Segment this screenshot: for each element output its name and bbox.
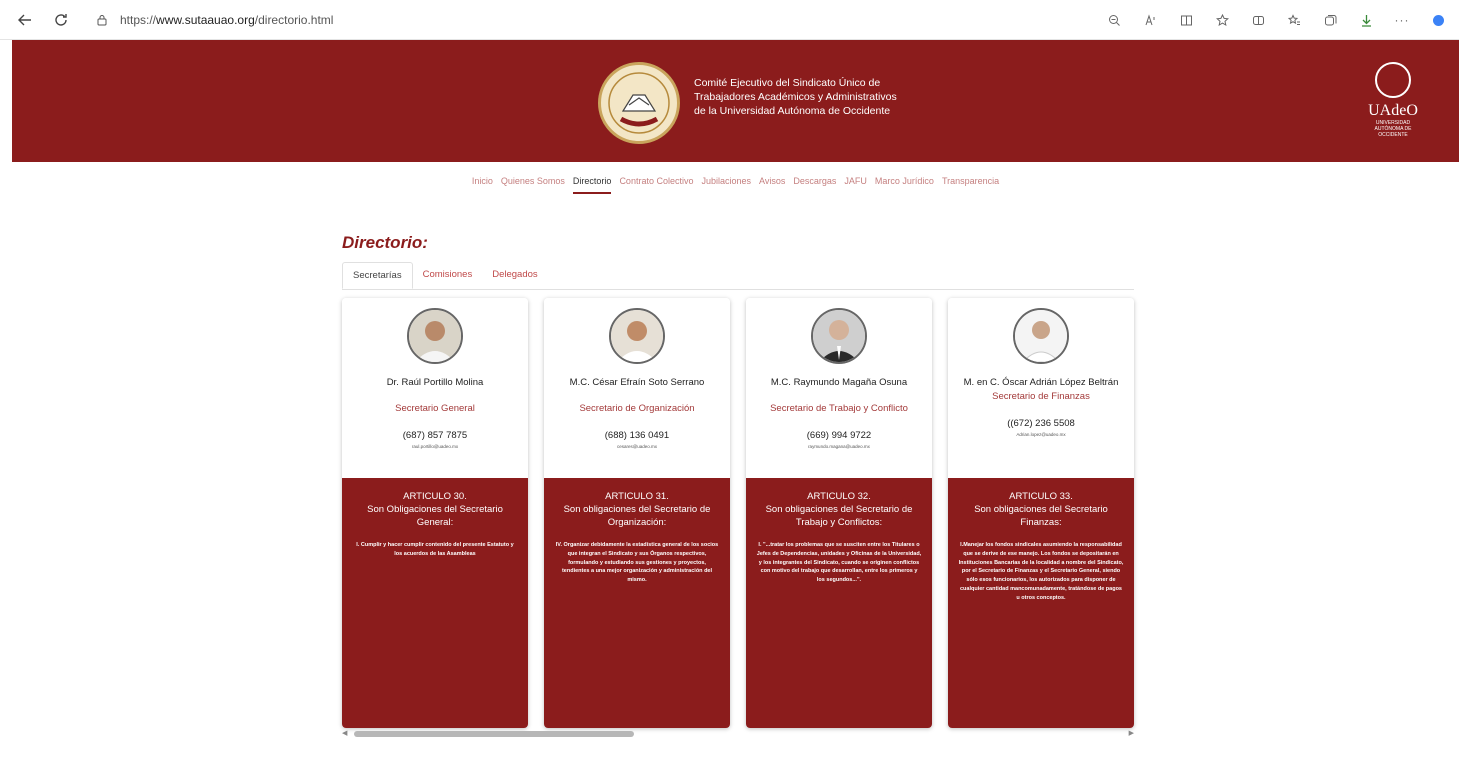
favorite-star-icon[interactable]	[1211, 9, 1233, 31]
copilot-icon[interactable]	[1427, 9, 1449, 31]
member-role: Secretario de Finanzas	[992, 391, 1090, 402]
article-number: ARTICULO 32.	[807, 491, 871, 502]
member-role: Secretario de Trabajo y Conflicto	[770, 403, 908, 414]
tab-delegados[interactable]: Delegados	[482, 262, 547, 289]
member-email[interactable]: raul.portillo@uadeo.mx	[342, 444, 528, 449]
lock-icon	[94, 12, 110, 28]
member-card: M. en C. Óscar Adrián López Beltrán Secr…	[948, 298, 1134, 728]
member-role: Secretario General	[395, 403, 475, 414]
scrollbar-thumb[interactable]	[354, 731, 634, 737]
zoom-icon[interactable]	[1103, 9, 1125, 31]
downloads-icon[interactable]	[1355, 9, 1377, 31]
union-title: Comité Ejecutivo del Sindicato Único de …	[694, 77, 897, 117]
member-name: M.C. César Efraín Soto Serrano	[569, 377, 705, 388]
article-number: ARTICULO 31.	[605, 491, 669, 502]
header-banner: Comité Ejecutivo del Sindicato Único de …	[12, 40, 1459, 162]
member-name: M. en C. Óscar Adrián López Beltrán	[963, 377, 1119, 388]
address-bar[interactable]: https://www.sutaauao.org/directorio.html	[94, 8, 333, 32]
nav-marco-juridico[interactable]: Marco Jurídico	[875, 176, 934, 194]
avatar	[811, 308, 867, 364]
article-body: IV. Organizar debidamente la estadística…	[555, 542, 719, 584]
nav-jafu[interactable]: JAFU	[844, 176, 867, 194]
browser-toolbar: https://www.sutaauao.org/directorio.html…	[0, 0, 1459, 40]
avatar	[1013, 308, 1069, 364]
read-aloud-icon[interactable]	[1139, 9, 1161, 31]
member-phone: (669) 994 9722	[806, 430, 872, 441]
web-page: Comité Ejecutivo del Sindicato Único de …	[12, 40, 1459, 760]
scroll-right-icon[interactable]: ▶	[1129, 729, 1134, 737]
member-card: M.C. Raymundo Magaña Osuna Secretario de…	[746, 298, 932, 728]
nav-quienes-somos[interactable]: Quienes Somos	[501, 176, 565, 194]
article-body: I. "...tratar los problemas que se susci…	[756, 542, 922, 584]
reader-view-icon[interactable]	[1175, 9, 1197, 31]
article-heading: Son obligaciones del Secretario de Traba…	[765, 504, 913, 528]
nav-transparencia[interactable]: Transparencia	[942, 176, 999, 194]
nav-avisos[interactable]: Avisos	[759, 176, 785, 194]
article-number: ARTICULO 30.	[403, 491, 467, 502]
article-body: I. Cumplir y hacer cumplir contenido del…	[356, 542, 514, 557]
uadeo-seal-icon	[1375, 62, 1411, 98]
nav-directorio[interactable]: Directorio	[572, 176, 612, 194]
member-phone: ((672) 236 5508	[1007, 418, 1075, 429]
article-heading: Son obligaciones del Secretario de Organ…	[563, 504, 711, 528]
avatar	[407, 308, 463, 364]
refresh-icon[interactable]	[50, 9, 72, 31]
member-email[interactable]: Adrian.lopez@uadeo.mx	[948, 432, 1134, 437]
page-title: Directorio:	[342, 233, 428, 252]
member-name: M.C. Raymundo Magaña Osuna	[770, 377, 908, 388]
member-card: M.C. César Efraín Soto Serrano Secretari…	[544, 298, 730, 728]
scroll-left-icon[interactable]: ◀	[342, 729, 347, 737]
member-email[interactable]: cesares@uadeo.mx	[544, 444, 730, 449]
avatar	[609, 308, 665, 364]
more-icon[interactable]: ···	[1391, 9, 1413, 31]
member-card: Dr. Raúl Portillo Molina Secretario Gene…	[342, 298, 528, 728]
article-heading: Son obligaciones del Secretario Finanzas…	[974, 504, 1108, 528]
member-phone: (687) 857 7875	[402, 430, 468, 441]
article-heading: Son Obligaciones del Secretario General:	[367, 504, 503, 528]
article-number: ARTICULO 33.	[1009, 491, 1073, 502]
favorites-icon[interactable]	[1283, 9, 1305, 31]
horizontal-scrollbar[interactable]: ◀ ▶	[342, 730, 1134, 738]
nav-contrato-colectivo[interactable]: Contrato Colectivo	[619, 176, 693, 194]
tab-comisiones[interactable]: Comisiones	[413, 262, 483, 289]
tab-secretarias[interactable]: Secretarías	[342, 262, 413, 289]
sutaauao-logo[interactable]	[598, 62, 680, 144]
member-email[interactable]: raymundo.magana@uadeo.mx	[746, 444, 932, 449]
split-screen-icon[interactable]	[1247, 9, 1269, 31]
main-nav: Inicio Quienes Somos Directorio Contrato…	[12, 176, 1459, 194]
member-role: Secretario de Organización	[579, 403, 695, 414]
article-body: I.Manejar los fondos sindicales asumiend…	[958, 542, 1124, 601]
tab-bar: Secretarías Comisiones Delegados	[342, 262, 1134, 290]
url-text: https://www.sutaauao.org/directorio.html	[120, 12, 334, 27]
nav-descargas[interactable]: Descargas	[793, 176, 836, 194]
nav-jubilaciones[interactable]: Jubilaciones	[701, 176, 751, 194]
collections-icon[interactable]	[1319, 9, 1341, 31]
card-carousel: Dr. Raúl Portillo Molina Secretario Gene…	[342, 298, 1134, 728]
member-phone: (688) 136 0491	[604, 430, 670, 441]
uadeo-logo[interactable]: UAdeO UNIVERSIDAD AUTÓNOMA DE OCCIDENTE	[1366, 62, 1420, 152]
nav-inicio[interactable]: Inicio	[472, 176, 493, 194]
member-name: Dr. Raúl Portillo Molina	[386, 377, 484, 388]
back-icon[interactable]	[14, 9, 36, 31]
